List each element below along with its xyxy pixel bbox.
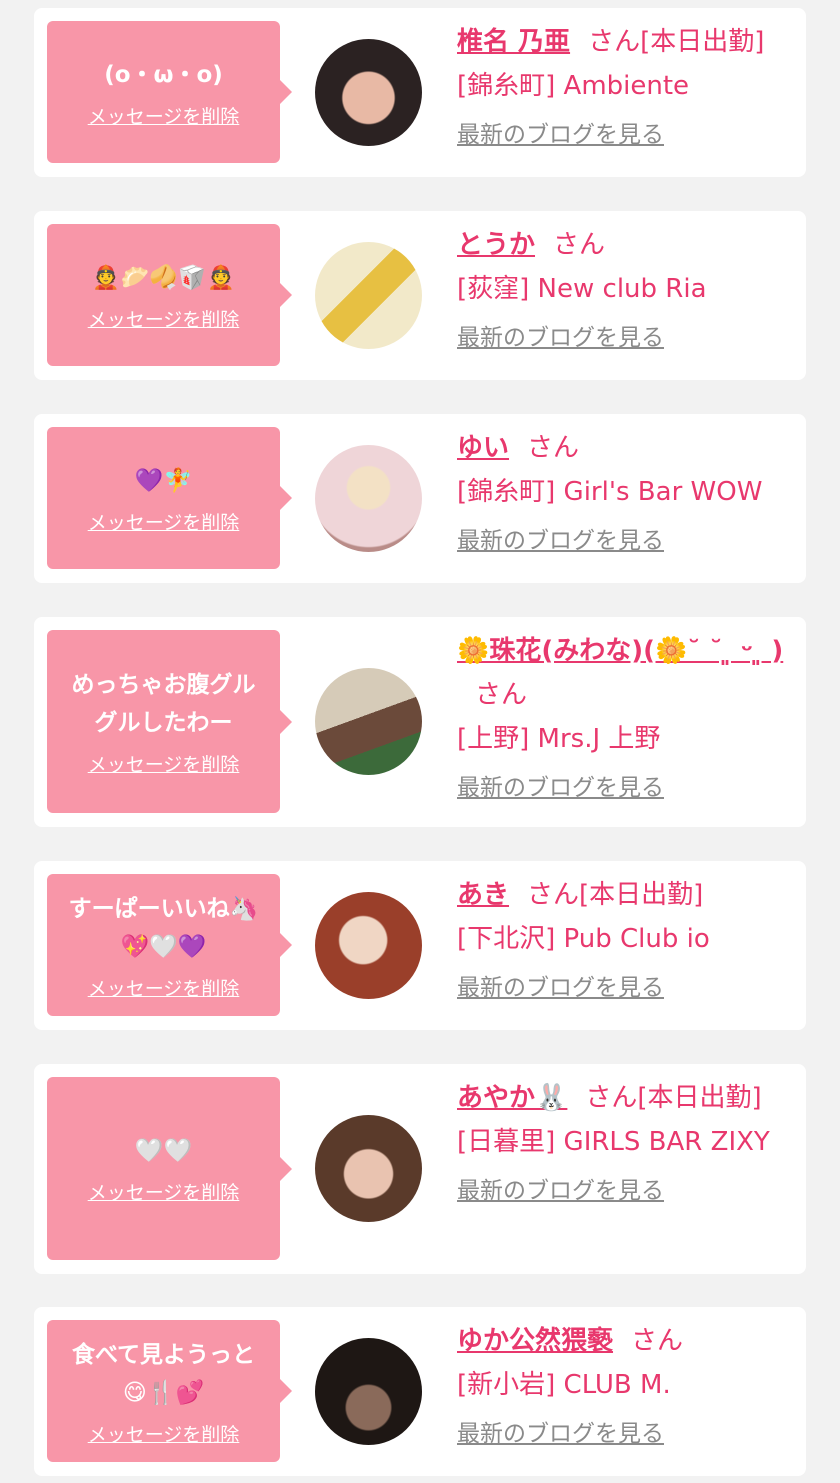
- shop-label: [錦糸町] Girl's Bar WOW: [457, 477, 763, 507]
- list-item: 食べて見ようっと 😋🍴💕 メッセージを削除 ゆか公然猥褻 さん [新小岩] CLU…: [34, 1307, 806, 1476]
- bubble-message: すーぱーいいね🦄 💖🤍💜: [68, 895, 259, 960]
- delete-message-link[interactable]: メッセージを削除: [88, 750, 240, 777]
- message-bubble: (o・ω・o) メッセージを削除: [47, 21, 292, 163]
- latest-blog-link[interactable]: 最新のブログを見る: [457, 1419, 664, 1449]
- shop-label: [荻窪] New club Ria: [457, 274, 707, 304]
- bubble-message: 💜🧚: [134, 467, 193, 494]
- cast-name-link[interactable]: あやか🐰: [457, 1083, 567, 1113]
- bubble-message: めっちゃお腹グル グルしたわー: [71, 672, 256, 736]
- list-item: (o・ω・o) メッセージを削除 椎名 乃亜 さん[本日出勤] [錦糸町] Amb…: [34, 8, 806, 177]
- name-suffix: さん: [631, 1326, 684, 1356]
- delete-message-link[interactable]: メッセージを削除: [88, 508, 240, 535]
- bubble-message: 👲🥟🥠🥡👲: [91, 264, 236, 291]
- list-item: 👲🥟🥠🥡👲 メッセージを削除 とうか さん [荻窪] New club Ria 最…: [34, 211, 806, 380]
- cast-name-link[interactable]: 椎名 乃亜: [457, 27, 570, 57]
- message-bubble: 👲🥟🥠🥡👲 メッセージを削除: [47, 224, 292, 366]
- cast-name-link[interactable]: とうか: [457, 230, 535, 260]
- cast-info: 🌼珠花(みわな)(🌼˘ ˘ ͈ ᵕ ͈ ) さん [上野] Mrs.J 上野 最新…: [457, 629, 797, 803]
- avatar[interactable]: [315, 1115, 422, 1222]
- cast-name-link[interactable]: ゆい: [457, 433, 509, 463]
- bubble-message: 🤍🤍: [134, 1138, 193, 1164]
- message-bubble: すーぱーいいね🦄 💖🤍💜 メッセージを削除: [47, 874, 292, 1016]
- shop-label: [日暮里] GIRLS BAR ZIXY: [457, 1127, 770, 1157]
- name-suffix: さん: [553, 230, 606, 260]
- latest-blog-link[interactable]: 最新のブログを見る: [457, 526, 664, 556]
- avatar[interactable]: [315, 39, 422, 146]
- latest-blog-link[interactable]: 最新のブログを見る: [457, 120, 664, 150]
- avatar[interactable]: [315, 242, 422, 349]
- delete-message-link[interactable]: メッセージを削除: [88, 102, 240, 129]
- message-bubble: 🤍🤍 メッセージを削除: [47, 1077, 292, 1260]
- message-bubble: めっちゃお腹グル グルしたわー メッセージを削除: [47, 630, 292, 813]
- shop-label: [上野] Mrs.J 上野: [457, 724, 661, 754]
- cast-info: あやか🐰 さん[本日出勤] [日暮里] GIRLS BAR ZIXY 最新のブログ…: [457, 1076, 797, 1206]
- bubble-message: 食べて見ようっと 😋🍴💕: [71, 1341, 256, 1406]
- bubble-message: (o・ω・o): [104, 61, 223, 88]
- name-suffix: さん: [527, 433, 580, 463]
- avatar[interactable]: [315, 445, 422, 552]
- delete-message-link[interactable]: メッセージを削除: [88, 1178, 240, 1205]
- cast-info: ゆか公然猥褻 さん [新小岩] CLUB M. 最新のブログを見る: [457, 1319, 797, 1449]
- message-bubble: 食べて見ようっと 😋🍴💕 メッセージを削除: [47, 1320, 292, 1462]
- list-item: 💜🧚 メッセージを削除 ゆい さん [錦糸町] Girl's Bar WOW 最新…: [34, 414, 806, 583]
- list-item: めっちゃお腹グル グルしたわー メッセージを削除 🌼珠花(みわな)(🌼˘ ˘ ͈…: [34, 617, 806, 827]
- delete-message-link[interactable]: メッセージを削除: [88, 974, 240, 1001]
- shop-label: [新小岩] CLUB M.: [457, 1370, 671, 1400]
- avatar[interactable]: [315, 1338, 422, 1445]
- name-suffix: さん[本日出勤]: [527, 880, 704, 910]
- avatar[interactable]: [315, 892, 422, 999]
- list-item: すーぱーいいね🦄 💖🤍💜 メッセージを削除 あき さん[本日出勤] [下北沢] P…: [34, 861, 806, 1030]
- cast-info: あき さん[本日出勤] [下北沢] Pub Club io 最新のブログを見る: [457, 873, 797, 1003]
- cast-name-link[interactable]: 🌼珠花(みわな)(🌼˘ ˘ ͈ ᵕ ͈ ): [457, 636, 783, 666]
- latest-blog-link[interactable]: 最新のブログを見る: [457, 1176, 664, 1206]
- name-suffix: さん[本日出勤]: [585, 1083, 762, 1113]
- name-suffix: さん[本日出勤]: [588, 27, 765, 57]
- shop-label: [錦糸町] Ambiente: [457, 71, 690, 101]
- latest-blog-link[interactable]: 最新のブログを見る: [457, 973, 664, 1003]
- latest-blog-link[interactable]: 最新のブログを見る: [457, 323, 664, 353]
- cast-info: とうか さん [荻窪] New club Ria 最新のブログを見る: [457, 223, 797, 353]
- cast-info: ゆい さん [錦糸町] Girl's Bar WOW 最新のブログを見る: [457, 426, 797, 556]
- latest-blog-link[interactable]: 最新のブログを見る: [457, 773, 664, 803]
- cast-info: 椎名 乃亜 さん[本日出勤] [錦糸町] Ambiente 最新のブログを見る: [457, 20, 797, 150]
- shop-label: [下北沢] Pub Club io: [457, 924, 710, 954]
- delete-message-link[interactable]: メッセージを削除: [88, 1420, 240, 1447]
- name-suffix: さん: [475, 680, 528, 710]
- avatar[interactable]: [315, 668, 422, 775]
- list-item: 🤍🤍 メッセージを削除 あやか🐰 さん[本日出勤] [日暮里] GIRLS BAR…: [34, 1064, 806, 1274]
- cast-name-link[interactable]: あき: [457, 880, 509, 910]
- delete-message-link[interactable]: メッセージを削除: [88, 305, 240, 332]
- cast-name-link[interactable]: ゆか公然猥褻: [457, 1326, 613, 1356]
- message-bubble: 💜🧚 メッセージを削除: [47, 427, 292, 569]
